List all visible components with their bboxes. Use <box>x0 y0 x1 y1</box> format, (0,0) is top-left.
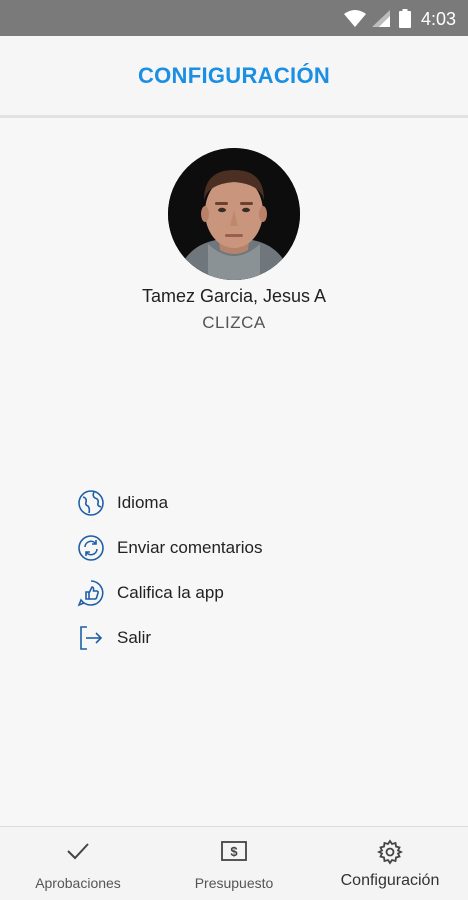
menu-item-label: Enviar comentarios <box>117 537 263 557</box>
status-bar: 4:03 <box>0 0 468 36</box>
gear-icon <box>376 839 404 870</box>
avatar[interactable] <box>168 148 300 280</box>
menu-item-label: Califica la app <box>117 582 224 602</box>
menu-item-califica-la-app[interactable]: Califica la app <box>77 570 397 615</box>
nav-presupuesto[interactable]: $ Presupuesto <box>156 827 312 900</box>
signal-icon <box>372 10 390 27</box>
avatar-photo <box>168 148 300 280</box>
menu-item-salir[interactable]: Salir <box>77 615 397 660</box>
nav-label: Configuración <box>340 872 440 889</box>
profile-section: Tamez Garcia, Jesus A CLIZCA <box>0 148 468 333</box>
user-name: Tamez Garcia, Jesus A <box>141 286 327 306</box>
nav-label: Aprobaciones <box>35 875 121 891</box>
page-title: CONFIGURACIÓN <box>137 63 331 88</box>
menu-item-label: Salir <box>117 627 152 647</box>
wifi-icon <box>344 10 366 27</box>
menu-item-enviar-comentarios[interactable]: Enviar comentarios <box>77 525 397 570</box>
status-time: 4:03 <box>420 9 456 29</box>
bottom-nav: Aprobaciones $ Presupuesto Configuración <box>0 826 468 900</box>
company-name: CLIZCA <box>202 313 266 332</box>
globe-icon <box>77 489 105 517</box>
svg-text:$: $ <box>230 844 238 859</box>
nav-configuracion[interactable]: Configuración <box>312 827 468 900</box>
refresh-icon <box>77 534 105 562</box>
logout-icon <box>77 624 105 652</box>
settings-menu: Idioma Enviar comentarios Califica la ap… <box>77 480 397 660</box>
battery-icon <box>399 9 411 28</box>
nav-label: Presupuesto <box>194 875 274 891</box>
menu-item-idioma[interactable]: Idioma <box>77 480 397 525</box>
menu-item-label: Idioma <box>117 492 169 512</box>
budget-icon: $ <box>220 839 248 868</box>
app-bar: CONFIGURACIÓN <box>0 36 468 118</box>
thumbs-up-icon <box>77 579 105 607</box>
nav-aprobaciones[interactable]: Aprobaciones <box>0 827 156 900</box>
checkmark-icon <box>65 839 91 868</box>
